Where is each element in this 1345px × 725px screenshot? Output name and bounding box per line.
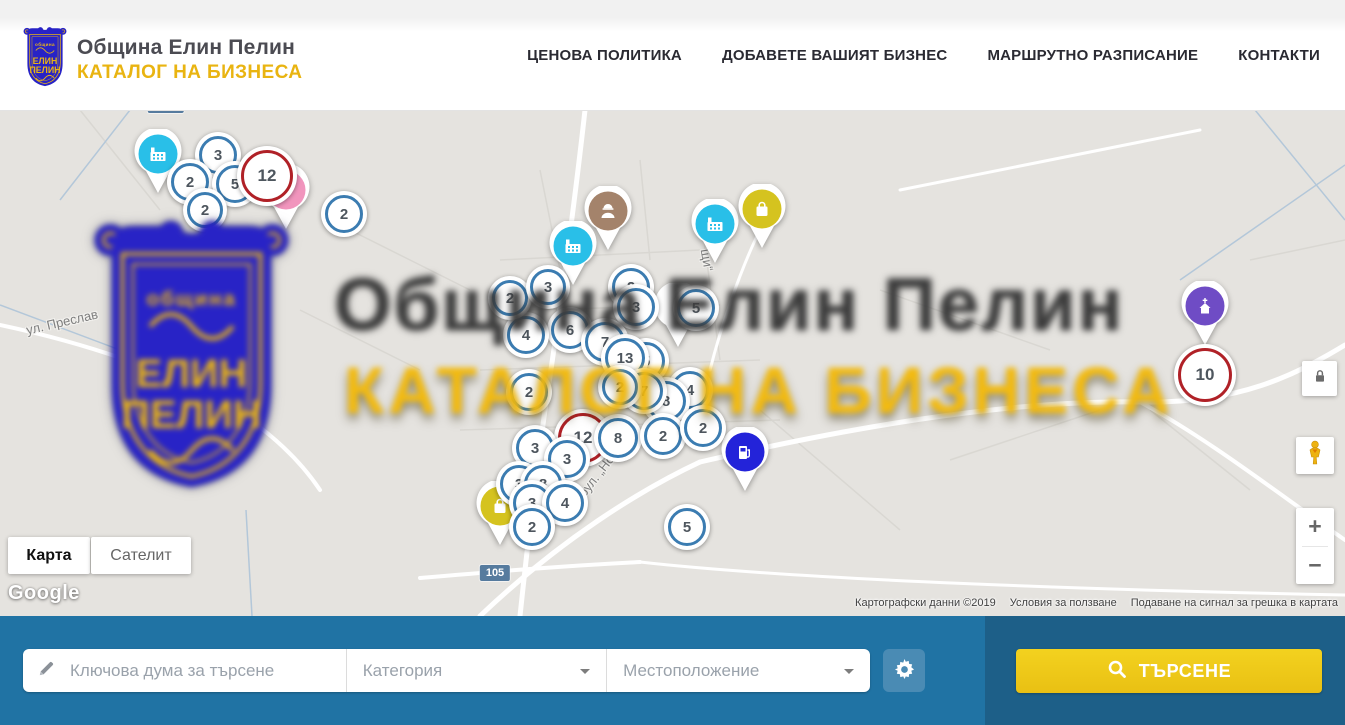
nav-item-pricing[interactable]: ЦЕНОВА ПОЛИТИКА: [527, 47, 682, 64]
cluster-count: 10: [1196, 365, 1215, 385]
search-submit-button[interactable]: ТЪРСЕНЕ: [1016, 649, 1322, 693]
cluster-marker[interactable]: 8: [594, 414, 642, 462]
zoom-in-button[interactable]: +: [1296, 508, 1334, 546]
cluster-marker[interactable]: 2: [509, 504, 555, 550]
cluster-marker[interactable]: 2: [506, 369, 552, 415]
cluster-count: 4: [522, 327, 530, 344]
cluster-marker[interactable]: 2: [680, 405, 726, 451]
street-view-pegman[interactable]: [1296, 437, 1334, 474]
search-input-group: Категория Местоположение: [23, 649, 870, 692]
gear-icon: [894, 659, 915, 683]
search-bar-left: Категория Местоположение: [0, 616, 985, 725]
cluster-count: 13: [617, 350, 634, 367]
cluster-count: 2: [186, 174, 194, 191]
map-type-satellite-button[interactable]: Сателит: [91, 537, 191, 574]
cluster-marker[interactable]: 5: [664, 504, 710, 550]
cluster-count: 3: [531, 440, 539, 457]
emblem-top-text: община: [35, 41, 55, 47]
cluster-count: 2: [616, 379, 624, 396]
cluster-count: 2: [528, 519, 536, 536]
nav-item-route-schedule[interactable]: МАРШРУТНО РАЗПИСАНИЕ: [987, 47, 1198, 64]
pin-marker[interactable]: [735, 184, 789, 255]
site-subtitle: КАТАЛОГ НА БИЗНЕСА: [77, 62, 302, 84]
nav-item-add-business[interactable]: ДОБАВЕТЕ ВАШИЯТ БИЗНЕС: [722, 47, 947, 64]
pencil-icon: [37, 659, 56, 683]
cluster-count: 3: [544, 279, 552, 296]
pin-marker[interactable]: [718, 427, 772, 498]
cluster-count: 2: [525, 384, 533, 401]
attribution-data: Картографски данни ©2019: [855, 597, 996, 609]
zoom-control: + −: [1296, 508, 1334, 584]
cluster-count: 4: [561, 495, 569, 512]
emblem-name-line1: ЕЛИН: [33, 56, 58, 66]
cluster-count: 6: [566, 322, 574, 339]
advanced-settings-button[interactable]: [883, 649, 925, 692]
category-select[interactable]: Категория: [346, 649, 606, 692]
cluster-marker[interactable]: 2: [598, 365, 642, 409]
cluster-count: 2: [506, 290, 514, 307]
location-select-value: Местоположение: [623, 661, 759, 681]
nav-item-contacts[interactable]: КОНТАКТИ: [1238, 47, 1320, 64]
map-type-map-button[interactable]: Карта: [8, 537, 90, 574]
cluster-count: 12: [258, 166, 277, 186]
pin-marker[interactable]: [1178, 281, 1232, 352]
map-canvas[interactable]: 6002105ул. Преславбул. „Новоселщи“ 32512…: [0, 110, 1345, 616]
cluster-count: 2: [201, 202, 209, 219]
markers-layer: 32512222356745231324872128223338342510: [0, 110, 1345, 616]
site-title: Община Елин Пелин: [77, 36, 302, 60]
search-bar: Категория Местоположение: [0, 616, 1345, 725]
site-logo[interactable]: община ЕЛИН ПЕЛИН Община Елин Пелин КАТА…: [22, 26, 302, 93]
cluster-count: 3: [563, 451, 571, 468]
keyword-search-input[interactable]: [68, 660, 340, 682]
pegman-icon: [1305, 440, 1325, 471]
cluster-count: 3: [214, 147, 222, 164]
location-select[interactable]: Местоположение: [606, 649, 870, 692]
cluster-marker[interactable]: 5: [673, 285, 719, 331]
cluster-count: 2: [699, 420, 707, 437]
attribution-report-link[interactable]: Подаване на сигнал за грешка в картата: [1131, 597, 1338, 609]
lock-control[interactable]: [1302, 361, 1337, 396]
cluster-count: 2: [340, 206, 348, 223]
cluster-marker[interactable]: 12: [237, 146, 297, 206]
search-icon: [1107, 659, 1127, 684]
emblem-name-line2: ПЕЛИН: [29, 65, 60, 75]
cluster-count: 8: [614, 430, 622, 447]
main-nav: ЦЕНОВА ПОЛИТИКА ДОБАВЕТЕ ВАШИЯТ БИЗНЕС М…: [527, 0, 1320, 110]
map-attribution: Картографски данни ©2019 Условия за полз…: [855, 597, 1338, 609]
search-submit-label: ТЪРСЕНЕ: [1139, 661, 1231, 682]
cluster-marker[interactable]: 2: [640, 413, 686, 459]
google-logo[interactable]: Google: [8, 582, 80, 605]
zoom-out-button[interactable]: −: [1296, 546, 1334, 584]
attribution-terms-link[interactable]: Условия за ползване: [1010, 597, 1117, 609]
chevron-down-icon: [844, 669, 854, 679]
cluster-count: 2: [659, 428, 667, 445]
pin-marker[interactable]: [688, 199, 742, 270]
search-bar-right: ТЪРСЕНЕ: [985, 616, 1345, 725]
chevron-down-icon: [580, 669, 590, 679]
cluster-marker[interactable]: 10: [1174, 344, 1236, 406]
header: община ЕЛИН ПЕЛИН Община Елин Пелин КАТА…: [0, 0, 1345, 111]
lock-icon: [1312, 368, 1328, 389]
cluster-marker[interactable]: 2: [183, 188, 227, 232]
cluster-count: 5: [683, 519, 691, 536]
cluster-count: 3: [632, 299, 640, 316]
category-select-value: Категория: [363, 661, 442, 681]
cluster-count: 5: [692, 300, 700, 317]
cluster-marker[interactable]: 2: [321, 191, 367, 237]
municipality-emblem-icon: община ЕЛИН ПЕЛИН: [22, 26, 68, 93]
map-type-control: Карта Сателит: [8, 537, 191, 574]
cluster-marker[interactable]: 3: [526, 265, 570, 309]
